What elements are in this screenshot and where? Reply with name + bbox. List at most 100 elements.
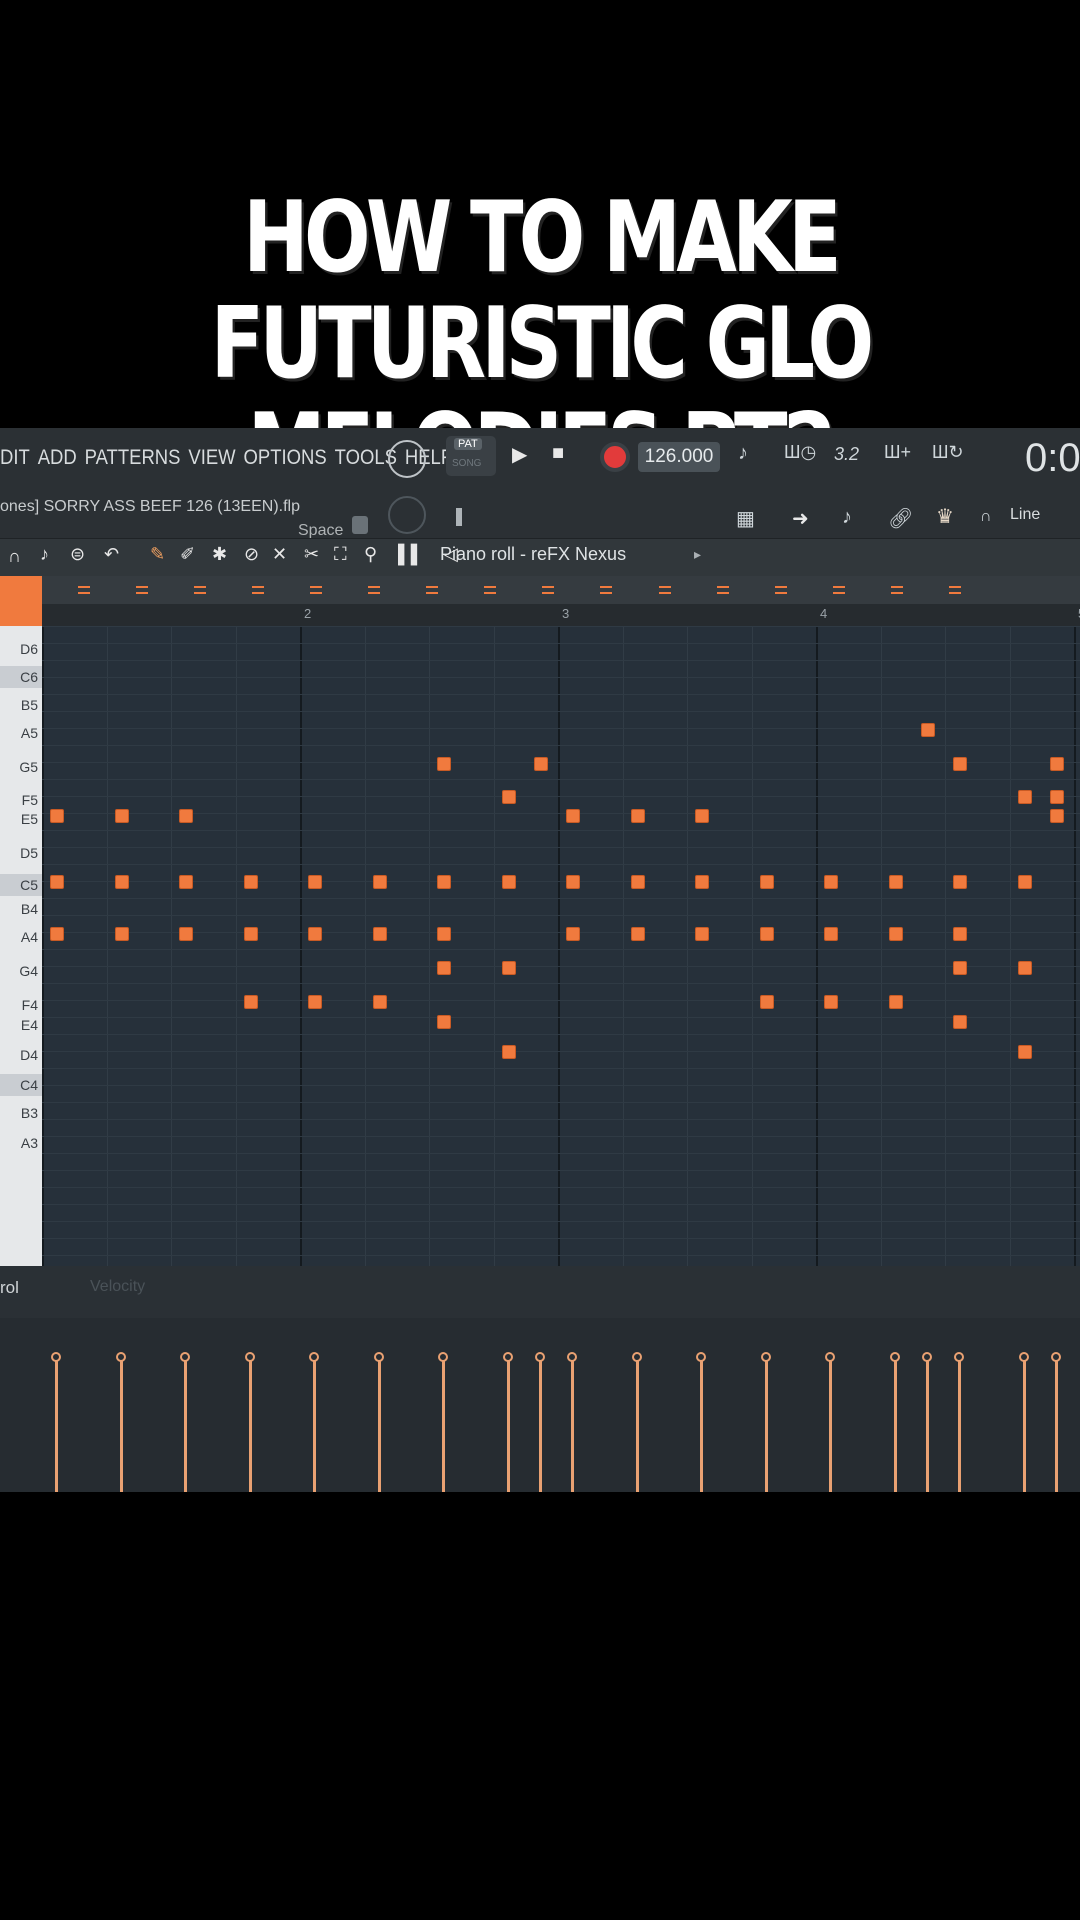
record-button[interactable] <box>600 442 630 472</box>
menu-item-dit[interactable]: DIT <box>0 446 30 469</box>
note-a4[interactable] <box>372 927 387 941</box>
velocity-handle[interactable] <box>373 1352 384 1362</box>
velocity-handle[interactable] <box>51 1352 61 1362</box>
paint-drums-icon[interactable]: ✱ <box>212 544 227 565</box>
piano-key-b5[interactable]: B5 <box>0 694 42 716</box>
note-g5[interactable] <box>533 757 548 771</box>
note-a4[interactable] <box>243 927 258 941</box>
note-c5[interactable] <box>50 875 64 889</box>
note-e5[interactable] <box>630 809 645 823</box>
velocity-handle[interactable] <box>1018 1352 1029 1362</box>
velocity-handle[interactable] <box>760 1352 771 1362</box>
note-e4[interactable] <box>953 1015 967 1029</box>
plugin-picker-icon[interactable]: ♪ <box>842 506 852 529</box>
piano-key-d4[interactable]: D4 <box>0 1044 42 1066</box>
loop-record-icon[interactable]: Ш↻ <box>932 442 964 463</box>
velocity-handle[interactable] <box>954 1352 964 1362</box>
velocity-handle[interactable] <box>921 1352 932 1362</box>
note-a4[interactable] <box>888 927 903 941</box>
note-e5[interactable] <box>695 809 709 823</box>
velocity-stem[interactable] <box>506 1358 510 1492</box>
menu-item-add[interactable]: ADD <box>38 446 77 469</box>
note-d4[interactable] <box>1017 1045 1032 1059</box>
note-e5[interactable] <box>50 809 64 823</box>
note-grid[interactable] <box>42 626 1080 1266</box>
note-f4[interactable] <box>243 995 258 1009</box>
velocity-stem[interactable] <box>958 1358 961 1492</box>
velocity-handle[interactable] <box>696 1352 706 1362</box>
velocity-handle[interactable] <box>631 1352 642 1362</box>
magnet-tool-icon[interactable]: ∩ <box>8 546 21 567</box>
velocity-handle[interactable] <box>1050 1352 1061 1362</box>
velocity-stem[interactable] <box>119 1358 123 1492</box>
menu-item-options[interactable]: OPTIONS <box>244 446 327 469</box>
velocity-handle[interactable] <box>438 1352 448 1362</box>
note-c5[interactable] <box>953 875 967 889</box>
velocity-stem[interactable] <box>635 1358 639 1492</box>
stop-button[interactable]: ■ <box>552 442 564 465</box>
velocity-stem[interactable] <box>538 1358 542 1492</box>
piano-key-a4[interactable]: A4 <box>0 926 42 948</box>
velocity-stem[interactable] <box>55 1358 58 1492</box>
piano-key-g4[interactable]: G4 <box>0 960 42 982</box>
note-c5[interactable] <box>501 875 516 889</box>
note-c5[interactable] <box>114 875 129 889</box>
piano-key-c6[interactable]: C6 <box>0 666 42 688</box>
velocity-stem[interactable] <box>184 1358 187 1492</box>
metronome-icon[interactable]: ♪ <box>738 442 748 465</box>
note-e5[interactable] <box>114 809 129 823</box>
mixer-icon[interactable]: ♛ <box>936 504 954 529</box>
menu-item-view[interactable]: VIEW <box>188 446 235 469</box>
pitch-slider[interactable] <box>456 508 462 526</box>
note-a4[interactable] <box>566 927 580 941</box>
note-e5[interactable] <box>566 809 580 823</box>
draw-tool-icon[interactable]: ✎ <box>150 544 165 565</box>
velocity-handle[interactable] <box>502 1352 513 1362</box>
note-f4[interactable] <box>372 995 387 1009</box>
note-g5[interactable] <box>953 757 967 771</box>
note-a4[interactable] <box>437 927 451 941</box>
velocity-stem[interactable] <box>700 1358 703 1492</box>
velocity-stem[interactable] <box>925 1358 929 1492</box>
note-c5[interactable] <box>824 875 838 889</box>
note-a4[interactable] <box>953 927 967 941</box>
piano-key-a5[interactable]: A5 <box>0 722 42 744</box>
velocity-stem[interactable] <box>1054 1358 1058 1492</box>
velocity-stem[interactable] <box>442 1358 445 1492</box>
piano-key-e4[interactable]: E4 <box>0 1014 42 1036</box>
velocity-stem[interactable] <box>313 1358 316 1492</box>
note-e5[interactable] <box>179 809 193 823</box>
piano-roll-icon[interactable]: ▦ <box>736 506 755 531</box>
note-c5[interactable] <box>759 875 774 889</box>
piano-key-d6[interactable]: D6 <box>0 638 42 660</box>
velocity-stem[interactable] <box>571 1358 574 1492</box>
note-f5[interactable] <box>1017 790 1032 804</box>
piano-keys[interactable]: D6 C6 B5 A5 G5 F5 E5 D5 C5 B4 A4 G4 F4 E4 D4 C4 B3 A3 <box>0 626 42 1266</box>
note-g4[interactable] <box>953 961 967 975</box>
snap-selector[interactable]: Line <box>1010 506 1040 524</box>
pattern-number[interactable]: 3.2 <box>834 444 859 465</box>
undo-icon[interactable]: ↶ <box>104 544 119 565</box>
zoom-tool-icon[interactable]: ⚲ <box>364 544 377 565</box>
note-c5[interactable] <box>630 875 645 889</box>
note-c5[interactable] <box>372 875 387 889</box>
note-c5[interactable] <box>695 875 709 889</box>
note-a4[interactable] <box>308 927 322 941</box>
note-icon[interactable]: ♪ <box>40 544 49 565</box>
note-a4[interactable] <box>630 927 645 941</box>
note-g4[interactable] <box>501 961 516 975</box>
velocity-handle[interactable] <box>115 1352 126 1362</box>
master-pitch-knob[interactable] <box>388 496 426 534</box>
note-f4[interactable] <box>888 995 903 1009</box>
velocity-stem[interactable] <box>377 1358 381 1492</box>
note-c5[interactable] <box>308 875 322 889</box>
note-f5[interactable] <box>1049 790 1064 804</box>
velocity-handle[interactable] <box>244 1352 255 1362</box>
velocity-handle[interactable] <box>534 1352 545 1362</box>
note-a4[interactable] <box>695 927 709 941</box>
control-label[interactable]: rol <box>0 1278 19 1298</box>
velocity-handle[interactable] <box>180 1352 190 1362</box>
note-a5[interactable] <box>920 723 935 737</box>
piano-key-f4[interactable]: F4 <box>0 994 42 1016</box>
note-a4[interactable] <box>114 927 129 941</box>
